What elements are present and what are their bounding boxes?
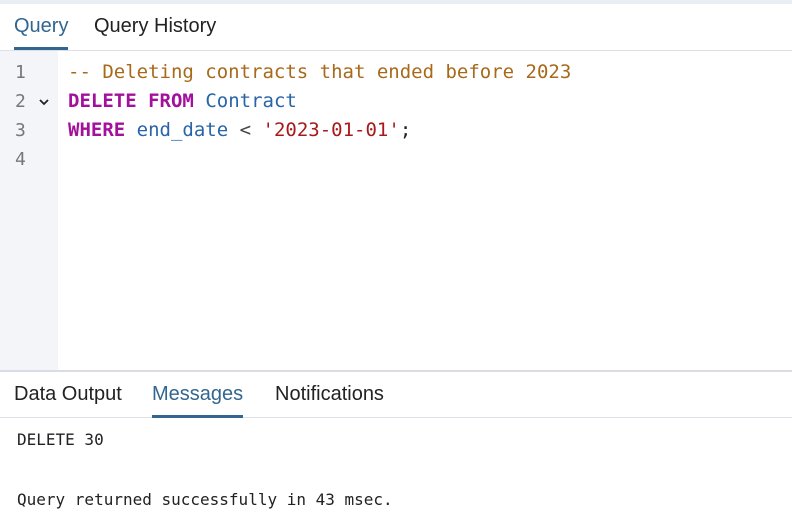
- line-gutter: 1 2 3 4: [0, 51, 58, 370]
- sql-terminator: ;: [399, 119, 412, 141]
- tab-messages[interactable]: Messages: [152, 372, 244, 418]
- sql-table-name: Contract: [205, 90, 297, 112]
- code-line-1: -- Deleting contracts that ended before …: [68, 58, 571, 87]
- sql-operator: <: [239, 119, 252, 141]
- sql-keyword: FROM: [148, 90, 194, 112]
- editor-tab-bar: Query Query History: [0, 4, 792, 51]
- line-number: 4: [15, 149, 26, 170]
- line-number: 2: [15, 91, 26, 112]
- code-line-2: DELETE FROM Contract: [68, 87, 297, 116]
- tab-notifications[interactable]: Notifications: [275, 372, 384, 418]
- sql-keyword: DELETE: [68, 90, 137, 112]
- tab-query-history[interactable]: Query History: [94, 4, 216, 50]
- line-number: 3: [15, 120, 26, 141]
- messages-panel: DELETE 30 Query returned successfully in…: [0, 418, 792, 528]
- line-number: 1: [15, 62, 26, 83]
- sql-comment: -- Deleting contracts that ended before …: [68, 61, 572, 83]
- sql-editor[interactable]: 1 2 3 4 -- Deleting contracts that ended…: [0, 51, 792, 370]
- message-status: Query returned successfully in 43 msec.: [17, 490, 393, 509]
- sql-column-name: end_date: [136, 119, 229, 141]
- chevron-down-icon[interactable]: [38, 87, 52, 116]
- code-line-3: WHERE end_date < '2023-01-01';: [68, 116, 411, 145]
- message-result-count: DELETE 30: [17, 430, 104, 449]
- sql-keyword: WHERE: [68, 119, 126, 141]
- tab-data-output[interactable]: Data Output: [14, 372, 122, 418]
- sql-string: '2023-01-01': [262, 119, 400, 141]
- tab-query[interactable]: Query: [14, 4, 69, 50]
- result-tab-bar: Data Output Messages Notifications: [0, 372, 792, 418]
